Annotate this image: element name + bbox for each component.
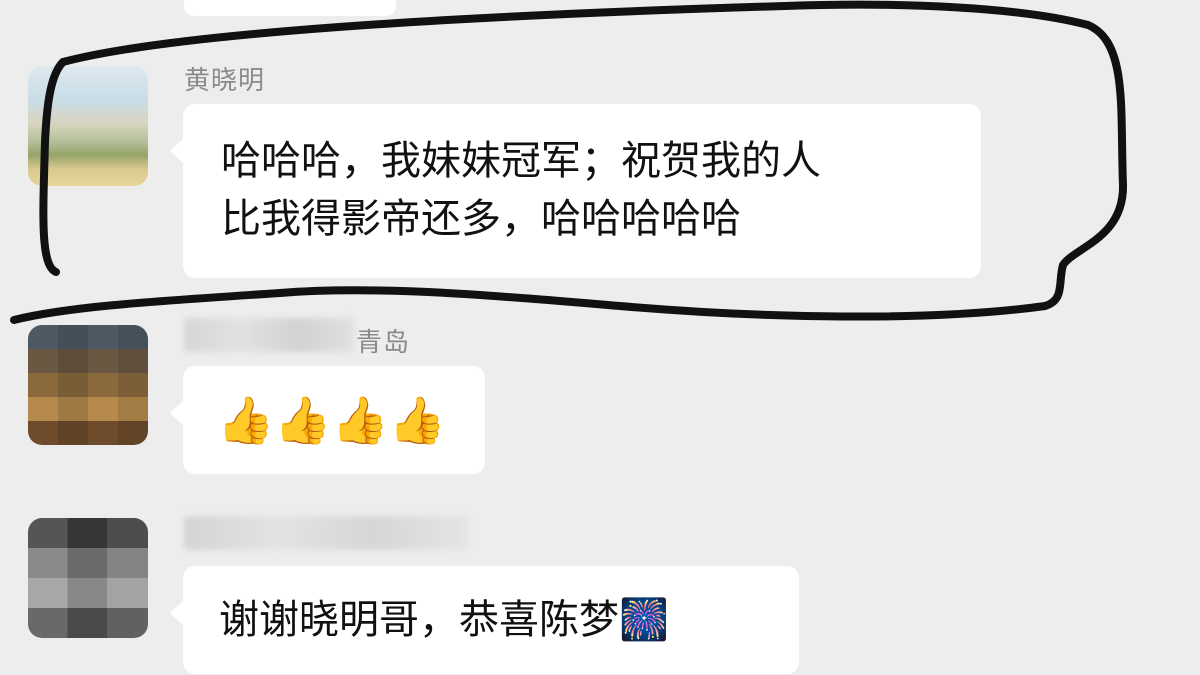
sender-name: 黄晓明: [184, 66, 266, 96]
message-bubble[interactable]: 哈哈哈，我妹妹冠军；祝贺我的人 比我得影帝还多，哈哈哈哈哈: [170, 104, 981, 278]
message-line-1: 哈哈哈，我妹妹冠军；祝贺我的人: [221, 138, 821, 184]
sender-avatar[interactable]: [28, 518, 148, 638]
previous-message-bubble: [184, 0, 396, 16]
blurred-sender-name: [184, 318, 354, 352]
sender-avatar[interactable]: [28, 66, 148, 186]
thumbs-up-icon: 👍👍👍👍: [217, 393, 447, 447]
blurred-sender-name: [184, 516, 468, 550]
message-text: 谢谢晓明哥，恭喜陈梦🎆: [219, 597, 669, 643]
sender-name: 青岛: [356, 328, 411, 358]
message-bubble[interactable]: 👍👍👍👍: [170, 366, 485, 474]
sender-avatar[interactable]: [28, 325, 148, 445]
message-line-2: 比我得影帝还多，哈哈哈哈哈: [221, 196, 741, 242]
message-bubble[interactable]: 谢谢晓明哥，恭喜陈梦🎆: [170, 566, 799, 674]
